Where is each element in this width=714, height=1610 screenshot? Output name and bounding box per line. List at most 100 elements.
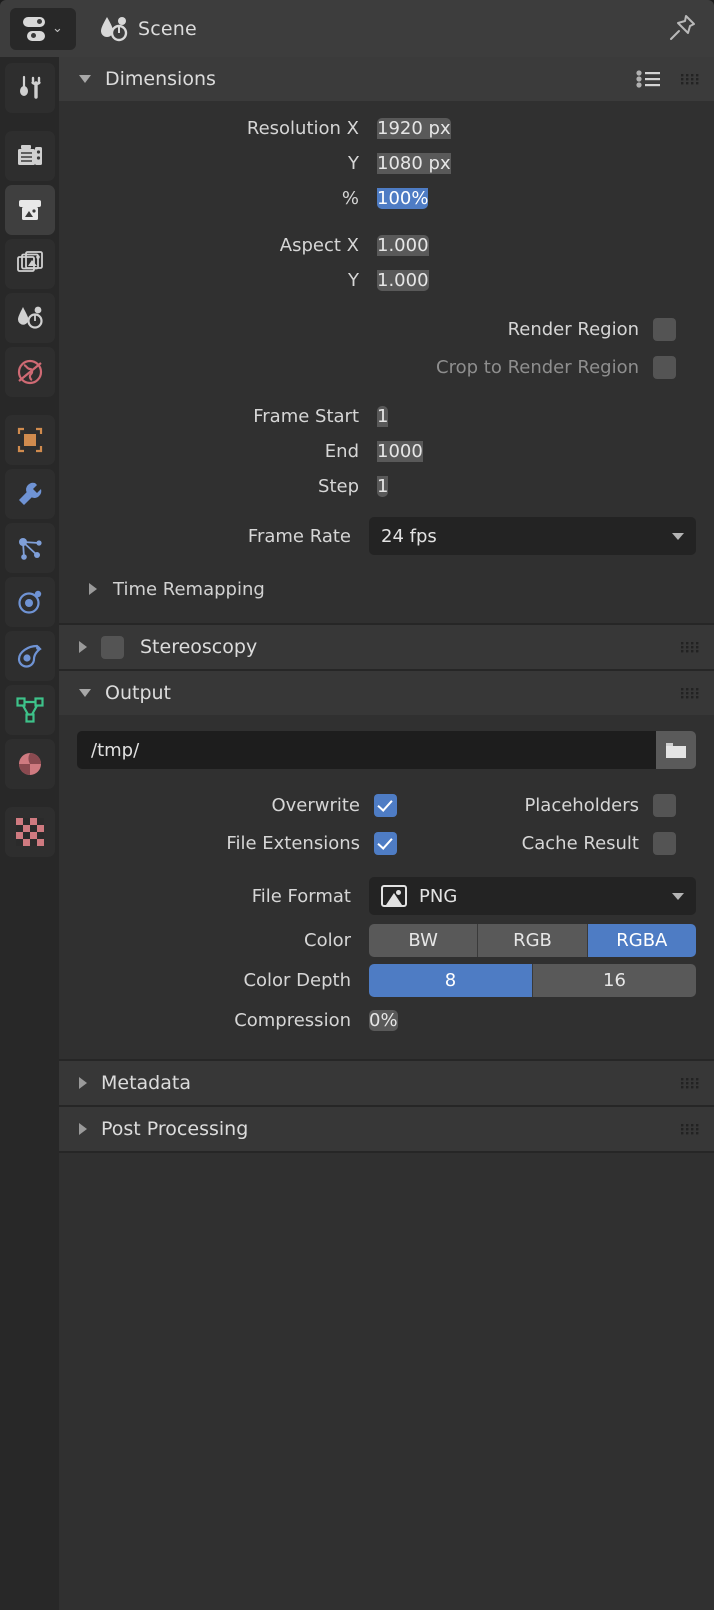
row-frame-start: Frame Start 1 (77, 399, 696, 433)
mesh-data-icon (15, 695, 45, 725)
panel-header-post-processing[interactable]: Post Processing (59, 1107, 714, 1151)
dropdown-file-format[interactable]: PNG (369, 877, 696, 915)
sidebar-item-particles[interactable] (5, 523, 55, 573)
editor-header: ⌄ Scene (0, 0, 714, 57)
constraint-icon (15, 641, 45, 671)
list-options-icon[interactable] (636, 69, 662, 89)
row-resolution-percentage: % 100% (77, 181, 696, 215)
row-aspect-x: Aspect X 1.000 (77, 228, 696, 262)
grip-dots-icon[interactable] (680, 1076, 700, 1090)
row-compression: Compression 0% (77, 1003, 696, 1037)
panel-header-dimensions[interactable]: Dimensions (59, 57, 714, 101)
segmented-color: BW RGB RGBA (369, 924, 696, 957)
scene-data-icon (98, 15, 128, 43)
sidebar-item-object-constraints[interactable] (5, 631, 55, 681)
color-depth-option-16[interactable]: 16 (533, 964, 696, 997)
checkbox-file-extensions[interactable] (374, 832, 397, 855)
images-stack-icon (15, 249, 45, 279)
field-aspect-x[interactable]: 1.000 (377, 235, 429, 256)
field-resolution-y[interactable]: 1080 px (377, 153, 451, 174)
scene-name: Scene (138, 18, 197, 40)
label-color-depth: Color Depth (77, 970, 369, 991)
folder-browse-button[interactable] (656, 731, 696, 769)
object-square-icon (15, 425, 45, 455)
sidebar-item-object-data[interactable] (5, 685, 55, 735)
sidebar-item-material[interactable] (5, 739, 55, 789)
panel-title-output: Output (105, 682, 171, 704)
label-crop-to-render-region: Crop to Render Region (436, 357, 639, 378)
label-placeholders: Placeholders (524, 795, 639, 816)
material-sphere-icon (15, 749, 45, 779)
chevron-down-icon: ⌄ (52, 22, 63, 35)
folder-icon (664, 740, 688, 760)
grip-dots-icon[interactable] (680, 640, 700, 654)
grip-dots-icon[interactable] (680, 1122, 700, 1136)
dropdown-frame-rate[interactable]: 24 fps (369, 517, 696, 555)
field-frame-step[interactable]: 1 (377, 476, 388, 497)
row-file-format: File Format PNG (77, 875, 696, 917)
checkbox-crop-to-render-region[interactable] (653, 356, 676, 379)
row-crop-to-render-region: Crop to Render Region (77, 348, 696, 386)
sidebar-item-output[interactable] (5, 185, 55, 235)
chevron-down-icon (672, 893, 684, 900)
sidebar-item-tool[interactable] (5, 63, 55, 113)
checkbox-stereoscopy[interactable] (101, 636, 124, 659)
properties-tab-rail (0, 57, 59, 1610)
grip-dots-icon[interactable] (680, 686, 700, 700)
label-frame-start: Frame Start (77, 406, 377, 427)
panel-title-post-processing: Post Processing (101, 1118, 248, 1140)
sidebar-item-scene[interactable] (5, 293, 55, 343)
sidebar-item-object[interactable] (5, 415, 55, 465)
panel-header-output[interactable]: Output (59, 671, 714, 715)
sidebar-item-modifiers[interactable] (5, 469, 55, 519)
pin-icon[interactable] (666, 12, 698, 44)
subpanel-header-time-remapping[interactable]: Time Remapping (77, 569, 696, 609)
scene-datablock[interactable]: Scene (98, 15, 197, 43)
color-option-rgba[interactable]: RGBA (588, 924, 696, 957)
field-aspect-y[interactable]: 1.000 (377, 270, 429, 291)
field-frame-start[interactable]: 1 (377, 406, 388, 427)
checkbox-placeholders[interactable] (653, 794, 676, 817)
label-color: Color (77, 930, 369, 951)
panel-title-dimensions: Dimensions (105, 68, 216, 90)
row-resolution-x: Resolution X 1920 px (77, 111, 696, 145)
row-frame-rate: Frame Rate 24 fps (77, 516, 696, 556)
panel-title-stereoscopy: Stereoscopy (140, 636, 257, 658)
row-resolution-y: Y 1080 px (77, 146, 696, 180)
field-compression[interactable]: 0% (369, 1010, 398, 1031)
field-frame-end[interactable]: 1000 (377, 441, 423, 462)
color-option-bw[interactable]: BW (369, 924, 478, 957)
row-aspect-y: Y 1.000 (77, 263, 696, 297)
label-overwrite: Overwrite (271, 795, 360, 816)
panel-header-metadata[interactable]: Metadata (59, 1061, 714, 1105)
label-aspect-y: Y (77, 270, 377, 291)
label-cache-result: Cache Result (522, 833, 639, 854)
row-frame-step: Step 1 (77, 469, 696, 503)
checkbox-render-region[interactable] (653, 318, 676, 341)
checker-texture-icon (16, 818, 44, 846)
panel-header-stereoscopy[interactable]: Stereoscopy (59, 625, 714, 669)
tool-icon (15, 73, 45, 103)
scene-data-icon (15, 303, 45, 333)
sidebar-item-view-layer[interactable] (5, 239, 55, 289)
sidebar-item-render[interactable] (5, 131, 55, 181)
color-option-rgb[interactable]: RGB (478, 924, 587, 957)
sidebar-item-texture[interactable] (5, 807, 55, 857)
sidebar-item-physics[interactable] (5, 577, 55, 627)
grip-dots-icon[interactable] (680, 72, 700, 86)
checkbox-overwrite[interactable] (374, 794, 397, 817)
sidebar-item-world[interactable] (5, 347, 55, 397)
output-path-input[interactable]: /tmp/ (77, 731, 656, 769)
field-resolution-percentage[interactable]: 100% (377, 188, 428, 209)
color-depth-option-8[interactable]: 8 (369, 964, 533, 997)
editor-type-selector[interactable]: ⌄ (10, 8, 76, 50)
wrench-icon (15, 479, 45, 509)
panel-divider (59, 1151, 714, 1153)
label-render-region: Render Region (508, 319, 639, 340)
chevron-right-icon (79, 641, 87, 653)
label-resolution-percentage: % (77, 188, 377, 209)
segmented-color-depth: 8 16 (369, 964, 696, 997)
checkbox-cache-result[interactable] (653, 832, 676, 855)
chevron-right-icon (79, 1077, 87, 1089)
field-resolution-x[interactable]: 1920 px (377, 118, 451, 139)
